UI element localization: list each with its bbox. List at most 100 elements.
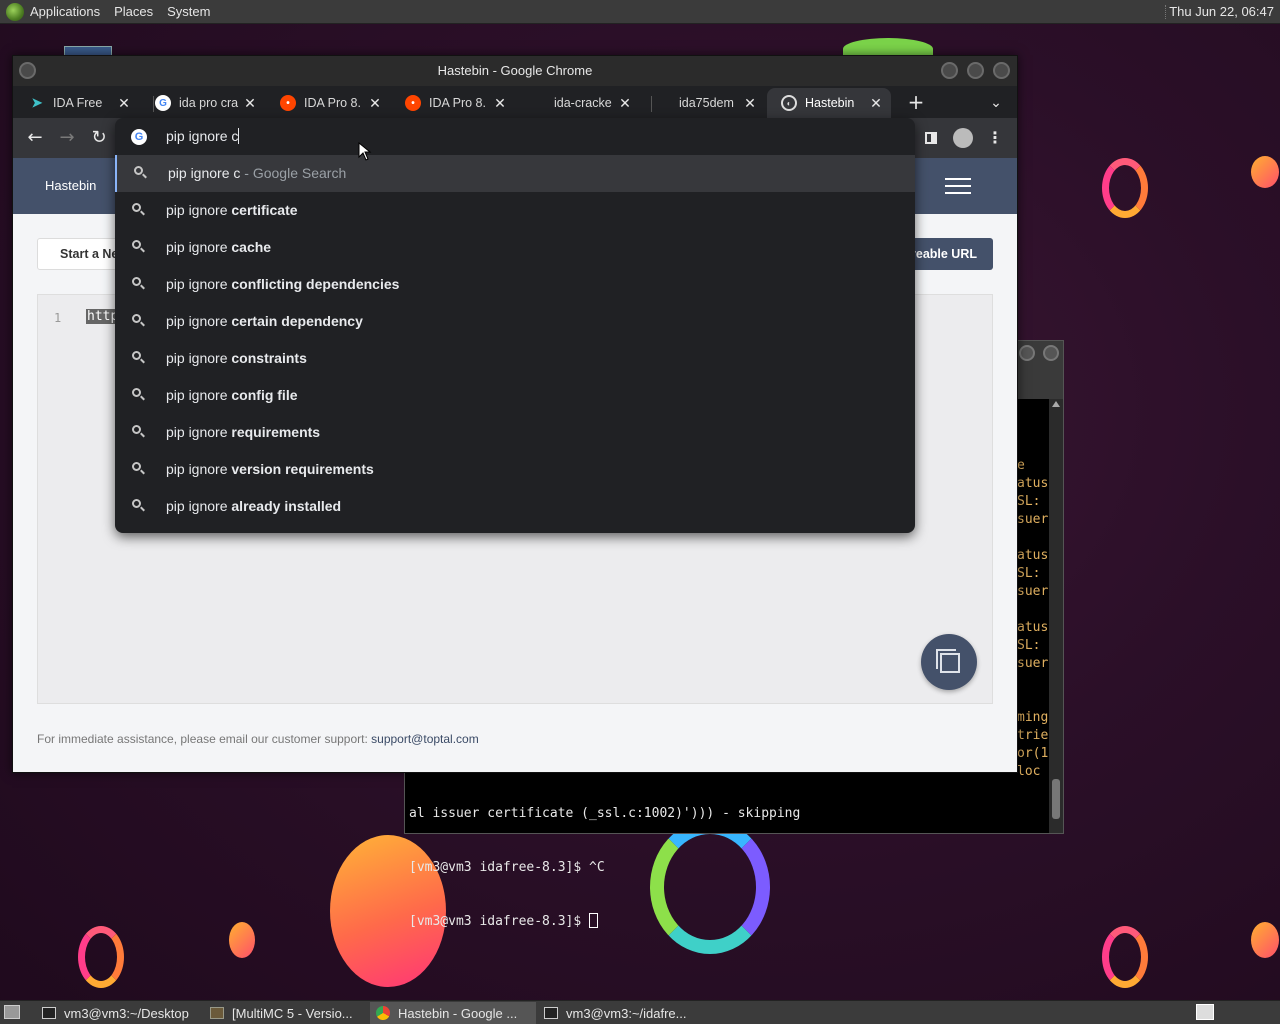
tab-reddit-2[interactable]: • IDA Pro 8. ✕ [391, 88, 515, 118]
system-menu[interactable]: System [167, 4, 210, 19]
tab-google-search[interactable]: G ida pro cra ✕ [141, 88, 265, 118]
scrollbar-thumb[interactable] [1052, 779, 1060, 819]
tab-ida-cracked[interactable]: ida-cracke ✕ [516, 88, 640, 118]
workspace-switcher-icon[interactable] [1196, 1004, 1214, 1020]
terminal-output[interactable]: al issuer certificate (_ssl.c:1002)'))) … [409, 769, 1047, 967]
code-line[interactable]: http [86, 309, 116, 324]
suggestion-text: pip ignore conflicting dependencies [166, 276, 399, 292]
taskbar-item-chrome[interactable]: Hastebin - Google ... [370, 1002, 536, 1024]
distro-logo-icon[interactable] [6, 2, 24, 21]
site-brand-link[interactable]: Hastebin [45, 178, 96, 193]
omnibox-suggestion[interactable]: pip ignore certain dependency [115, 303, 915, 340]
omnibox-suggestion[interactable]: pip ignore certificate [115, 192, 915, 229]
suggestion-prefix: pip ignore [166, 350, 232, 366]
close-tab-icon[interactable]: ✕ [115, 95, 133, 112]
forward-button[interactable]: → [53, 124, 81, 152]
omnibox-dropdown: G pip ignore c pip ignore c - Google Sea… [115, 118, 915, 533]
support-email-link[interactable]: support@toptal.com [371, 732, 479, 746]
suggestion-completion: already installed [231, 498, 342, 514]
omnibox-suggestion[interactable]: pip ignore constraints [115, 340, 915, 377]
suggestion-prefix: pip ignore [166, 276, 232, 292]
tab-ida-free[interactable]: ➤ IDA Free ✕ [15, 88, 139, 118]
terminal-fragment-line: or(1 [1017, 746, 1049, 761]
reload-button[interactable]: ↻ [85, 124, 113, 152]
close-tab-icon[interactable]: ✕ [616, 95, 634, 112]
taskbar-item-ida-terminal[interactable]: vm3@vm3:~/idafre... [538, 1002, 702, 1024]
omnibox-suggestion[interactable]: pip ignore cache [115, 229, 915, 266]
reddit-icon: • [280, 95, 296, 111]
omnibox-suggestion[interactable]: pip ignore requirements [115, 414, 915, 451]
tab-search-chevron-down-icon[interactable]: ⌄ [983, 90, 1009, 116]
terminal-line: [vm3@vm3 idafree-8.3]$ ^C [409, 860, 605, 875]
terminal-fragment-line: atus [1017, 476, 1049, 491]
chrome-menu-icon[interactable]: ⋮ [982, 124, 1008, 152]
tab-hastebin[interactable]: ◐ Hastebin ✕ [767, 88, 891, 118]
maximize-button[interactable] [1043, 345, 1059, 361]
minimize-button[interactable] [1019, 345, 1035, 361]
tab-strip: ➤ IDA Free ✕ G ida pro cra ✕ • IDA Pro 8… [13, 86, 1017, 118]
close-tab-icon[interactable]: ✕ [867, 95, 885, 112]
close-tab-icon[interactable]: ✕ [741, 95, 759, 112]
window-menu-button[interactable] [19, 62, 36, 79]
close-tab-icon[interactable]: ✕ [366, 95, 384, 112]
copy-icon-front [940, 653, 960, 673]
suggestion-completion: cache [231, 239, 272, 255]
omnibox-suggestion[interactable]: pip ignore version requirements [115, 451, 915, 488]
side-panel-icon[interactable] [918, 124, 944, 152]
suggestion-text: pip ignore already installed [166, 498, 341, 514]
close-window-button[interactable] [993, 62, 1010, 79]
hamburger-menu-icon[interactable] [945, 178, 971, 194]
terminal-fragment-line: SL: [1017, 566, 1041, 581]
clock[interactable]: Thu Jun 22, 06:47 [1169, 4, 1274, 19]
wallpaper-ring [1102, 158, 1148, 218]
query-text: pip ignore c [166, 128, 239, 144]
line-number: 1 [54, 311, 62, 325]
omnibox-suggestion[interactable]: pip ignore already installed [115, 488, 915, 525]
back-button[interactable]: ← [21, 124, 49, 152]
omnibox-suggestion[interactable]: pip ignore c - Google Search [115, 155, 915, 192]
taskbar-item-multimc[interactable]: [MultiMC 5 - Versio... [204, 1002, 368, 1024]
terminal-icon [544, 1007, 558, 1019]
search-icon [132, 240, 146, 254]
globe-icon: ◐ [781, 95, 797, 111]
omnibox-query[interactable]: pip ignore c [166, 128, 240, 144]
omnibox-suggestion[interactable]: pip ignore conflicting dependencies [115, 266, 915, 303]
terminal-scrollbar[interactable] [1049, 399, 1063, 833]
copy-button[interactable] [921, 634, 977, 690]
google-icon: G [155, 95, 171, 111]
terminal-fragment-line: e [1017, 458, 1025, 473]
close-tab-icon[interactable]: ✕ [241, 95, 259, 112]
wallpaper-ring [1102, 926, 1148, 988]
search-icon [132, 351, 146, 365]
omnibox-suggestion[interactable]: pip ignore config file [115, 377, 915, 414]
search-icon [132, 388, 146, 402]
blank-page-icon [655, 95, 671, 111]
omnibox-input[interactable]: G pip ignore c [115, 118, 915, 155]
applications-menu[interactable]: Applications [30, 4, 100, 19]
taskbar-item-desktop-terminal[interactable]: vm3@vm3:~/Desktop [36, 1002, 202, 1024]
close-tab-icon[interactable]: ✕ [491, 95, 509, 112]
suggestion-prefix: pip ignore [166, 239, 232, 255]
tab-ida75demo[interactable]: ida75dem ✕ [641, 88, 765, 118]
minimize-button[interactable] [941, 62, 958, 79]
terminal-prompt-line[interactable]: [vm3@vm3 idafree-8.3]$ [409, 913, 1047, 931]
terminal-prompt: [vm3@vm3 idafree-8.3]$ [409, 914, 590, 929]
terminal-fragment-line: suer [1017, 584, 1049, 599]
new-tab-button[interactable]: + [903, 90, 929, 116]
maximize-button[interactable] [967, 62, 984, 79]
search-icon [132, 425, 146, 439]
suggestion-prefix: pip ignore c [168, 165, 241, 181]
suggestion-prefix: pip ignore [166, 313, 232, 329]
suggestion-prefix: pip ignore [166, 202, 232, 218]
window-titlebar[interactable]: Hastebin - Google Chrome [13, 56, 1017, 86]
places-menu[interactable]: Places [114, 4, 153, 19]
tab-title: ida pro cra [179, 96, 239, 110]
task-label: [MultiMC 5 - Versio... [232, 1005, 353, 1021]
terminal-line: al issuer certificate (_ssl.c:1002)'))) … [409, 806, 801, 821]
profile-avatar-icon[interactable] [950, 124, 976, 152]
scroll-up-arrow-icon[interactable] [1052, 401, 1060, 407]
mouse-pointer-icon [358, 142, 372, 161]
ida-icon: ➤ [31, 95, 43, 110]
tab-reddit-1[interactable]: • IDA Pro 8. ✕ [266, 88, 390, 118]
show-desktop-icon[interactable] [4, 1005, 20, 1019]
